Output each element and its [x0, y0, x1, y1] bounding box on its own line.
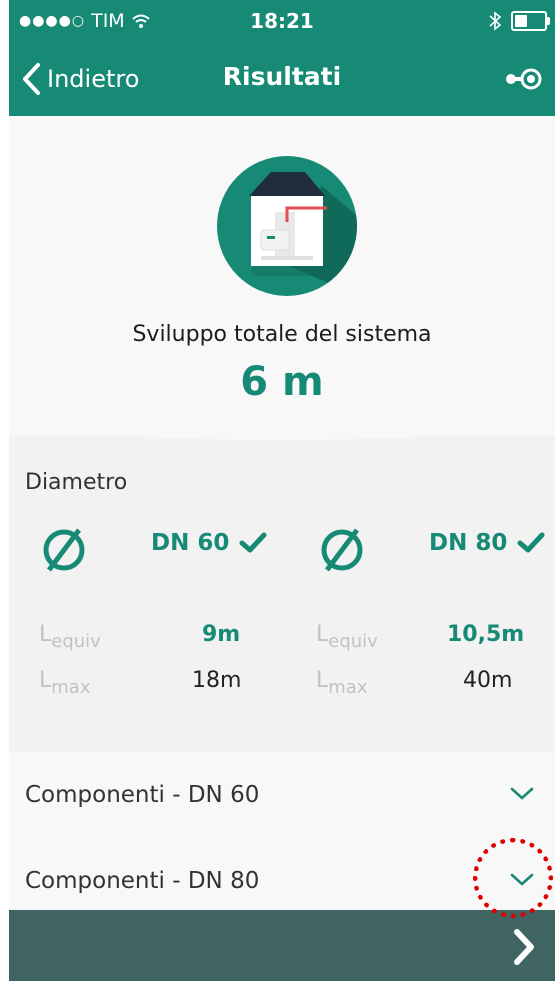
dn60-l-equiv: 9m	[202, 622, 241, 647]
clock: 18:21	[250, 9, 314, 33]
chevron-down-icon[interactable]	[509, 786, 535, 802]
total-length-value: 6 m	[240, 359, 324, 405]
diameter-heading: Diametro	[25, 470, 128, 495]
l-max-label: Lmax	[316, 668, 368, 698]
dn80-l-equiv: 10,5m	[447, 622, 525, 647]
diameter-icon	[321, 528, 363, 572]
diameter-icon	[43, 528, 85, 572]
page-title: Risultati	[222, 62, 342, 91]
house-illustration-icon	[217, 156, 357, 296]
total-length-label: Sviluppo totale del sistema	[132, 322, 432, 347]
bluetooth-icon	[489, 11, 501, 31]
dn80-l-max: 40m	[463, 668, 513, 693]
l-equiv-label: Lequiv	[39, 622, 101, 652]
header: ●●●●○ TIM 18:21 Indietro Risultati	[9, 0, 555, 116]
nav-bar: Indietro Risultati	[9, 44, 555, 116]
chevron-right-icon[interactable]	[511, 928, 537, 966]
highlight-circle-annotation	[473, 838, 553, 918]
status-bar: ●●●●○ TIM 18:21	[9, 0, 555, 44]
dn60-option[interactable]: DN 60	[151, 530, 267, 556]
check-icon	[239, 532, 267, 553]
settings-key-button[interactable]	[505, 66, 545, 96]
dn80-label: DN 80	[429, 530, 508, 556]
components-dn60-accordion[interactable]: Componenti - DN 60	[9, 752, 555, 838]
dn60-label: DN 60	[151, 530, 230, 556]
app-screen: ●●●●○ TIM 18:21 Indietro Risultati Svilu…	[9, 0, 555, 981]
battery-icon	[511, 11, 550, 31]
footer-bar	[9, 910, 555, 981]
key-icon	[506, 68, 542, 90]
accordion-label: Componenti - DN 80	[25, 868, 260, 894]
check-icon	[517, 532, 545, 553]
wave-divider	[9, 420, 555, 440]
summary-panel: Sviluppo totale del sistema 6 m	[9, 116, 555, 436]
l-max-label: Lmax	[39, 668, 91, 698]
dn80-option[interactable]: DN 80	[429, 530, 545, 556]
battery-area	[489, 11, 550, 31]
dn60-l-max: 18m	[192, 668, 242, 693]
accordion-label: Componenti - DN 60	[25, 782, 260, 808]
l-equiv-label: Lequiv	[316, 622, 378, 652]
